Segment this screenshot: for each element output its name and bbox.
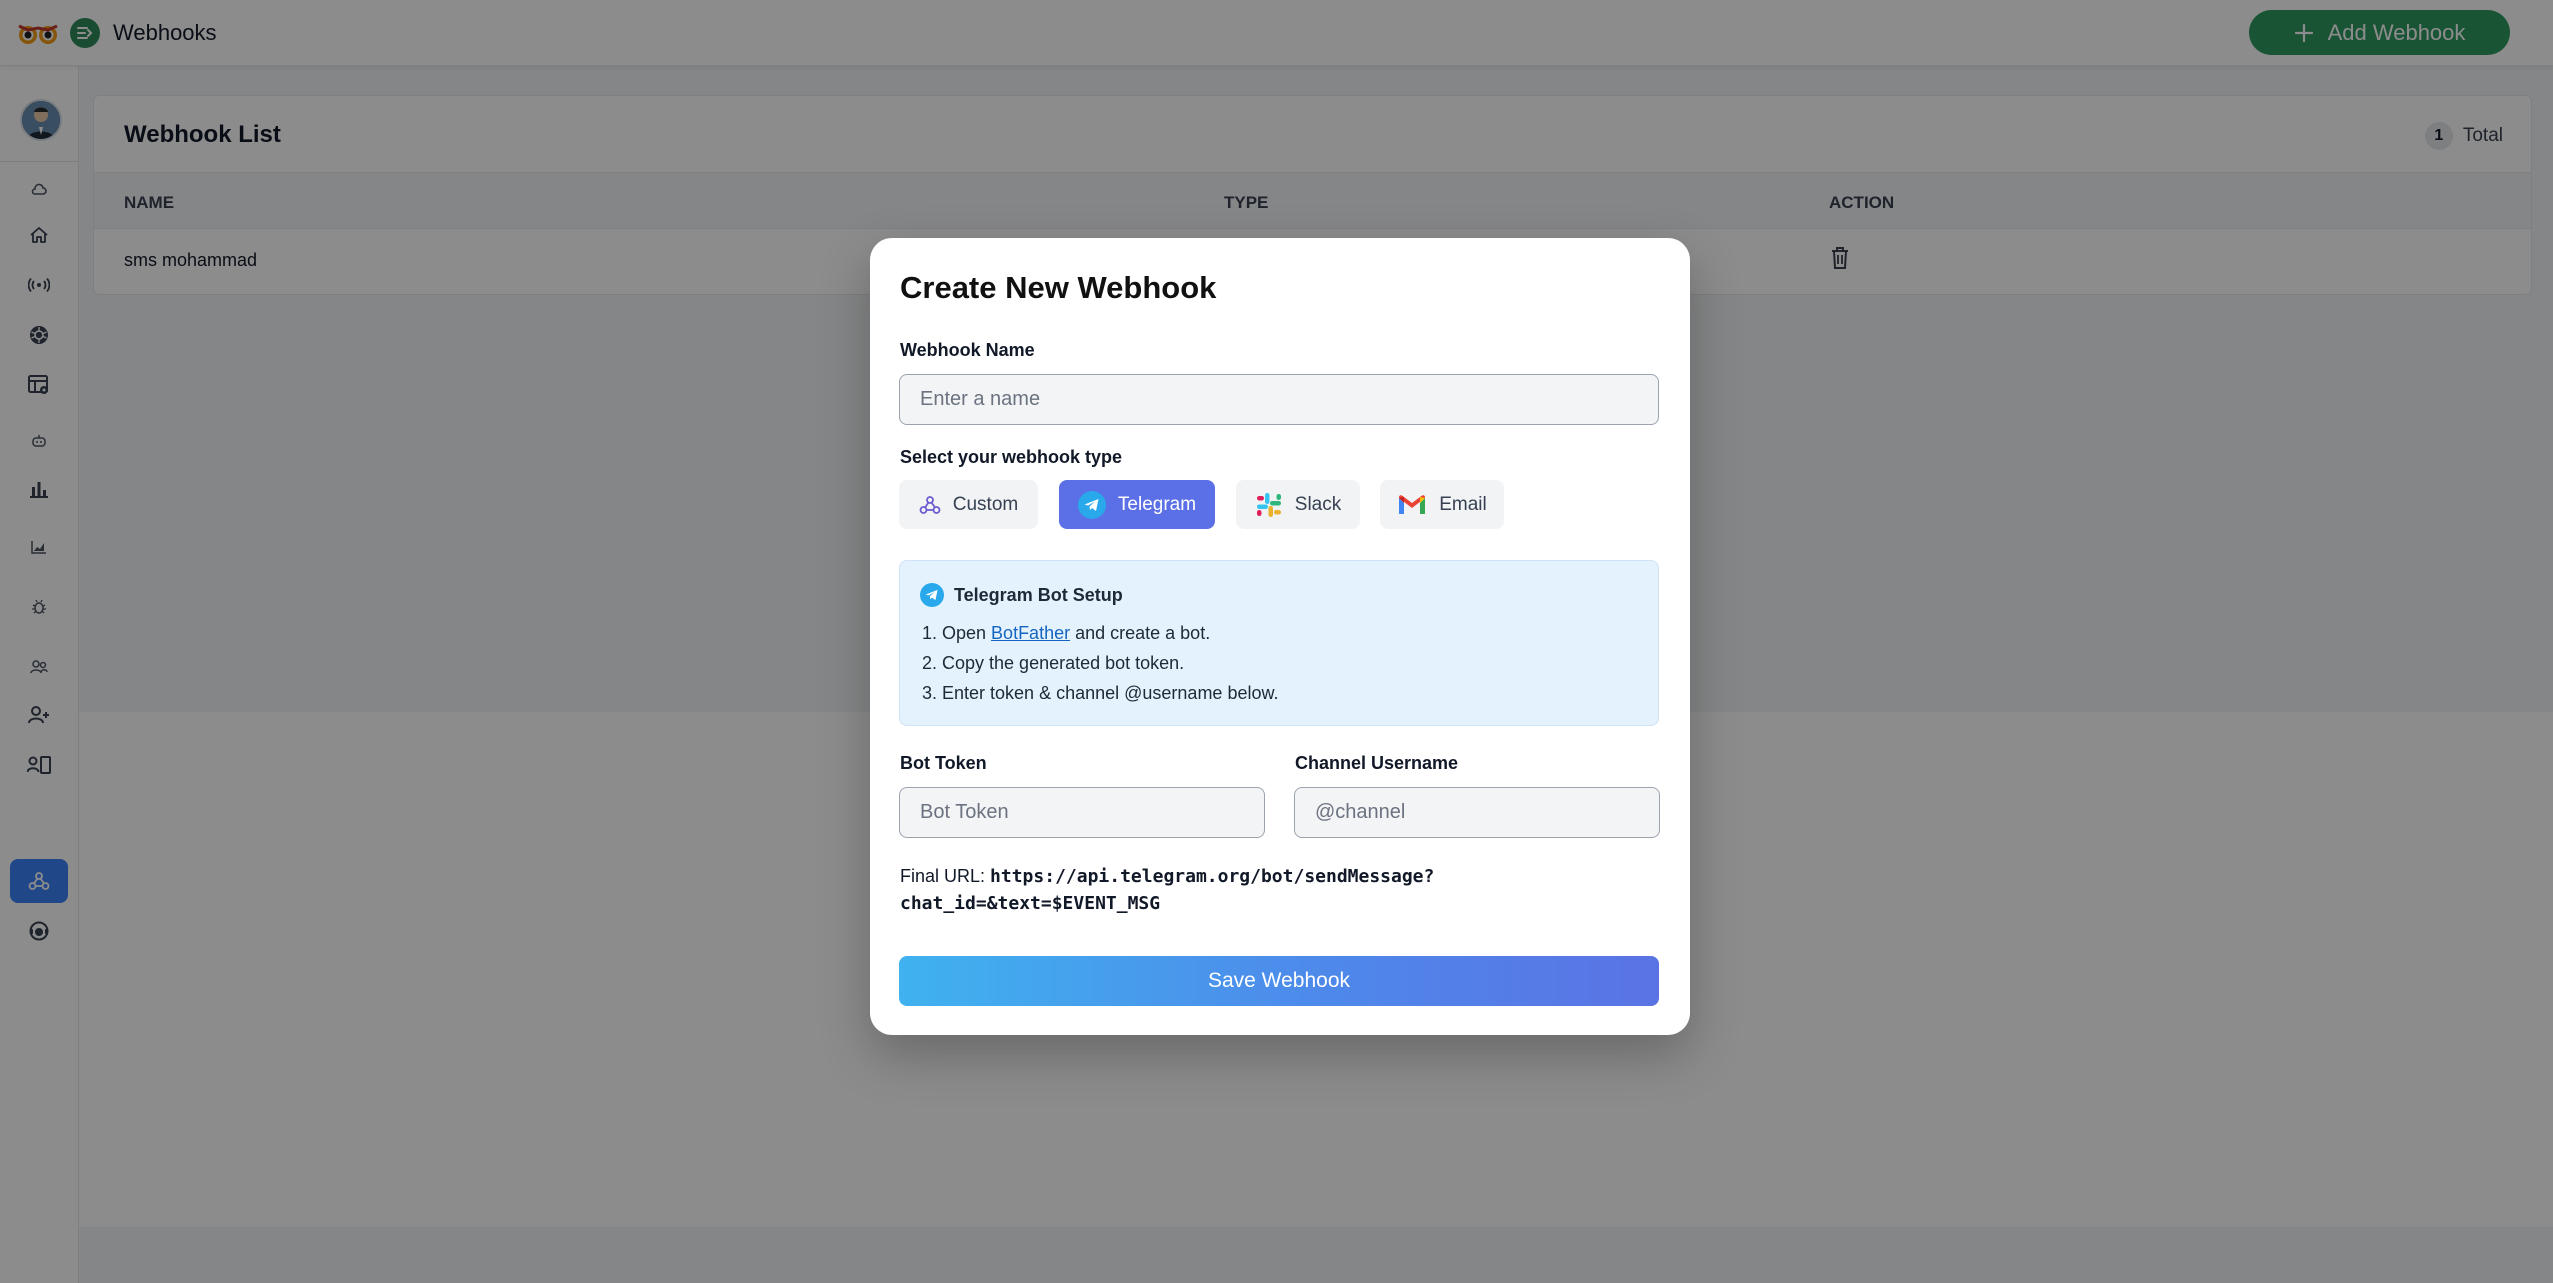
- telegram-icon: [1077, 490, 1106, 519]
- botfather-link[interactable]: BotFather: [991, 623, 1070, 643]
- slack-icon: [1255, 491, 1283, 519]
- final-url: Final URL: https://api.telegram.org/bot/…: [900, 863, 1660, 917]
- setup-step-3: 3. Enter token & channel @username below…: [922, 683, 1279, 703]
- channel-username-label: Channel Username: [1295, 753, 1459, 773]
- type-telegram-button[interactable]: Telegram: [1059, 480, 1215, 529]
- type-email-label: Email: [1439, 493, 1487, 515]
- bot-token-input[interactable]: [899, 787, 1265, 838]
- telegram-icon: [920, 583, 944, 607]
- type-slack-button[interactable]: Slack: [1236, 480, 1360, 529]
- final-url-line-1: https://api.telegram.org/bot/sendMessage…: [990, 866, 1435, 887]
- final-url-label: Final URL:: [900, 866, 986, 886]
- modal-title: Create New Webhook: [900, 270, 1217, 305]
- step-1-prefix: 1. Open: [922, 623, 992, 643]
- type-telegram-label: Telegram: [1117, 493, 1197, 515]
- type-custom-button[interactable]: Custom: [899, 480, 1038, 529]
- webhook-name-label: Webhook Name: [900, 340, 1035, 360]
- gmail-icon: [1397, 494, 1427, 516]
- setup-step-1: 1. Open BotFather and create a bot.: [922, 623, 1210, 644]
- channel-username-input[interactable]: [1294, 787, 1660, 838]
- setup-title: Telegram Bot Setup: [954, 584, 1123, 605]
- setup-step-2: 2. Copy the generated bot token.: [922, 653, 1185, 673]
- bot-token-label: Bot Token: [900, 753, 987, 773]
- telegram-setup-box: Telegram Bot Setup 1. Open BotFather and…: [899, 560, 1659, 726]
- final-url-line-2: chat_id=&text=$EVENT_MSG: [900, 893, 1161, 914]
- create-webhook-modal: Create New Webhook Webhook Name Select y…: [870, 238, 1690, 1035]
- step-1-suffix: and create a bot.: [1070, 623, 1211, 643]
- webhook-icon: [919, 495, 941, 515]
- setup-heading: Telegram Bot Setup: [920, 583, 1123, 607]
- webhook-name-input[interactable]: [899, 374, 1659, 425]
- type-slack-label: Slack: [1294, 493, 1342, 515]
- type-custom-label: Custom: [952, 493, 1019, 515]
- save-webhook-button[interactable]: Save Webhook: [899, 956, 1659, 1006]
- webhook-type-label: Select your webhook type: [900, 447, 1123, 467]
- type-email-button[interactable]: Email: [1380, 480, 1504, 529]
